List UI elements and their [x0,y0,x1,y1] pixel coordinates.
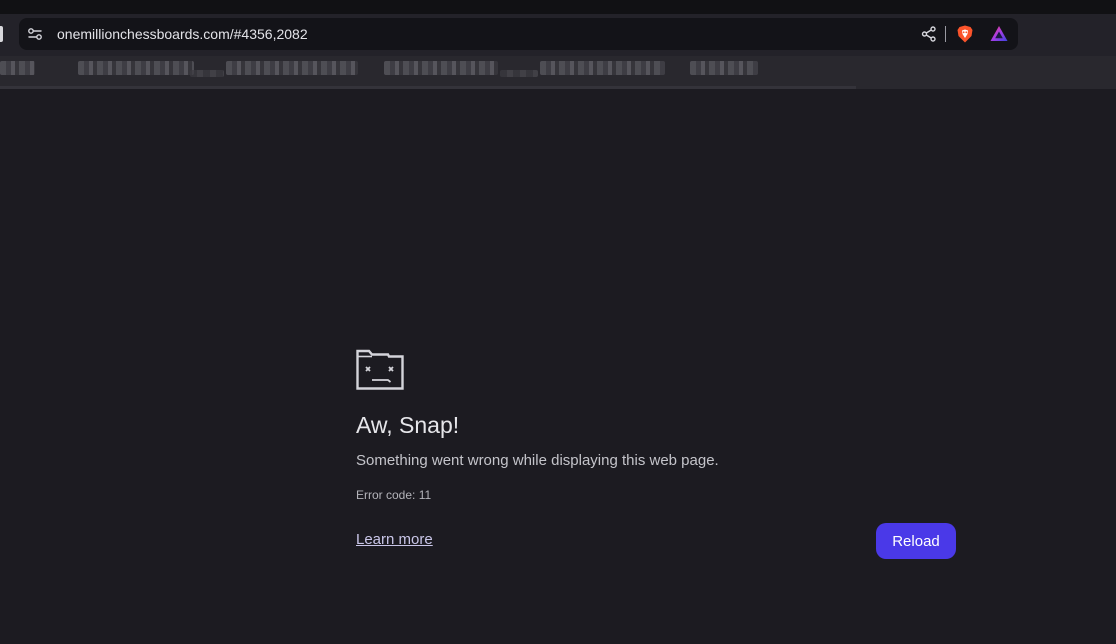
bookmark-item-blurred[interactable] [384,61,498,75]
sad-tab-icon [356,349,404,390]
reload-button[interactable]: Reload [876,523,956,559]
bookmark-blur-detail [500,70,538,77]
site-settings-icon[interactable] [26,25,44,43]
learn-more-link[interactable]: Learn more [356,530,433,550]
bookmark-item-blurred[interactable] [226,61,358,75]
error-message: Something went wrong while displaying th… [356,452,719,469]
bookmark-item-blurred[interactable] [690,61,758,75]
brave-rewards-icon[interactable] [989,24,1009,44]
address-bar-url[interactable]: onemillionchessboards.com/#4356,2082 [57,26,308,42]
error-code: Error code: 11 [356,488,432,502]
left-edge-tab-indicator [0,26,3,42]
bookmark-item-blurred[interactable] [540,61,665,75]
brave-shields-icon[interactable] [955,24,975,44]
bookmark-blur-detail [190,70,224,77]
error-page-content [0,89,1116,644]
bookmark-item-blurred[interactable] [0,61,35,75]
share-icon[interactable] [920,25,938,43]
bookmark-item-blurred[interactable] [78,61,194,75]
toolbar-divider [945,26,946,42]
window-top-strip [0,0,1116,14]
error-title: Aw, Snap! [356,412,460,438]
